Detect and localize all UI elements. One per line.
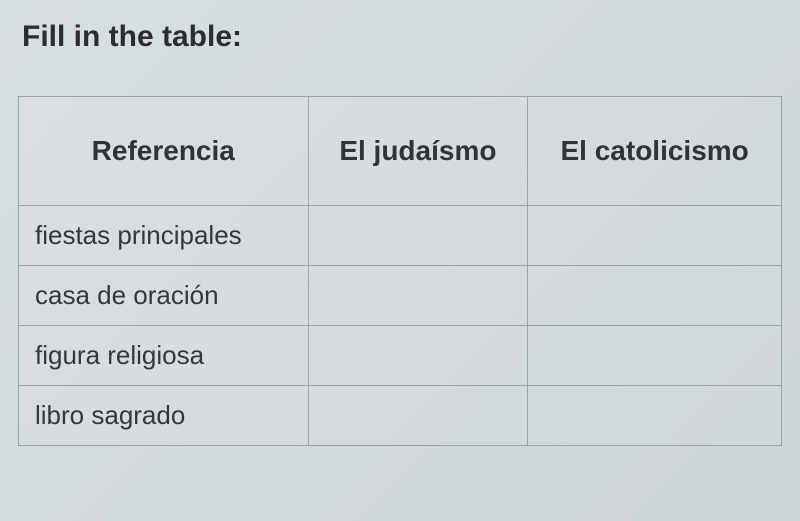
header-catolicismo: El catolicismo [528,97,782,206]
worksheet-table: Referencia El judaísmo El catolicismo fi… [18,96,782,446]
cell-casa-judaismo[interactable] [308,266,528,326]
row-label-casa: casa de oración [19,266,309,326]
table-row: libro sagrado [19,386,782,446]
table-header-row: Referencia El judaísmo El catolicismo [19,97,782,206]
header-judaismo: El judaísmo [308,97,528,206]
table-row: fiestas principales [19,206,782,266]
row-label-fiestas: fiestas principales [19,206,309,266]
cell-figura-catolicismo[interactable] [528,326,782,386]
instruction-text: Fill in the table: [22,20,782,54]
cell-libro-judaismo[interactable] [308,386,528,446]
table-row: figura religiosa [19,326,782,386]
cell-fiestas-judaismo[interactable] [308,206,528,266]
row-label-libro: libro sagrado [19,386,309,446]
cell-fiestas-catolicismo[interactable] [528,206,782,266]
row-label-figura: figura religiosa [19,326,309,386]
table-row: casa de oración [19,266,782,326]
cell-libro-catolicismo[interactable] [528,386,782,446]
cell-casa-catolicismo[interactable] [528,266,782,326]
header-referencia: Referencia [19,97,309,206]
cell-figura-judaismo[interactable] [308,326,528,386]
